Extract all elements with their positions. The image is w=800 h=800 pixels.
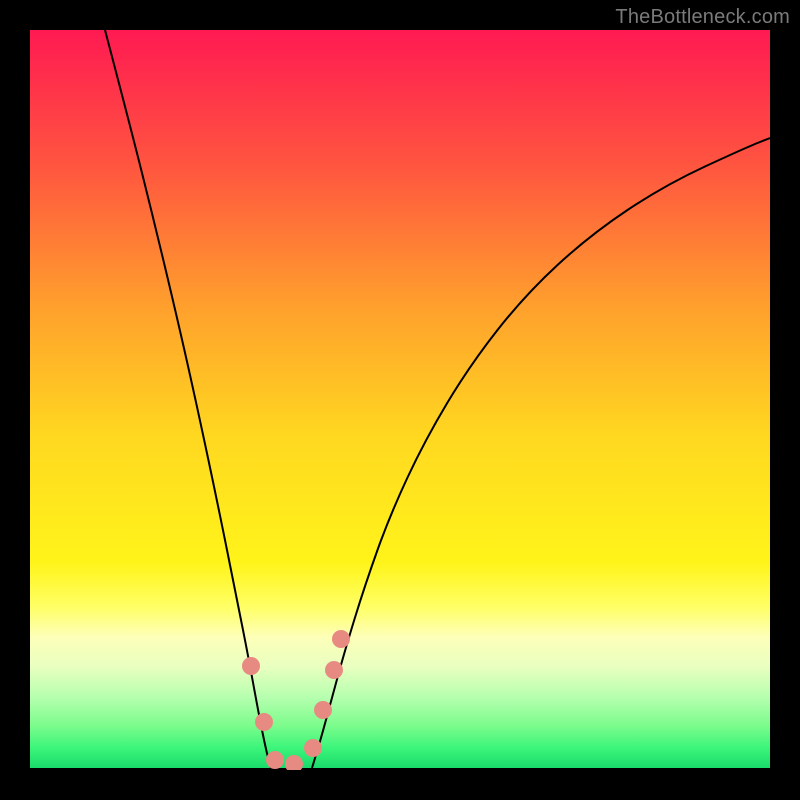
- marker-point: [255, 713, 273, 731]
- marker-point: [332, 630, 350, 648]
- watermark-text: TheBottleneck.com: [615, 6, 790, 29]
- marker-point: [242, 657, 260, 675]
- marker-point: [314, 701, 332, 719]
- chart-background: [30, 30, 770, 770]
- bottleneck-chart: [30, 30, 770, 770]
- marker-point: [325, 661, 343, 679]
- chart-svg: [30, 30, 770, 770]
- marker-point: [304, 739, 322, 757]
- marker-point: [266, 751, 284, 769]
